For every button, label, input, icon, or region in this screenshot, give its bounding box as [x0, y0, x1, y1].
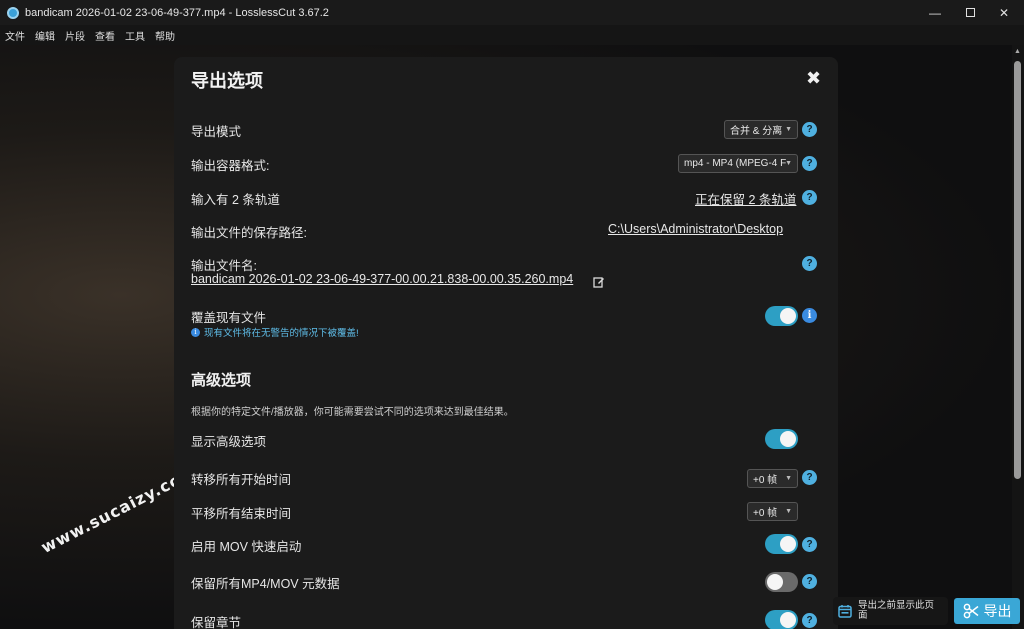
chevron-down-icon: ▼: [785, 508, 792, 515]
toggle-knob: [780, 308, 796, 324]
chevron-down-icon: ▼: [785, 475, 792, 482]
container-format-label: 输出容器格式:: [191, 159, 270, 173]
edit-icon[interactable]: [593, 276, 605, 288]
info-icon[interactable]: i: [802, 308, 817, 323]
scroll-thumb[interactable]: [1014, 61, 1021, 479]
export-mode-select[interactable]: 合并 & 分离 ▼: [724, 120, 798, 139]
overwrite-label: 覆盖现有文件: [191, 311, 267, 325]
help-icon[interactable]: ?: [802, 190, 817, 205]
show-before-export-toggle[interactable]: 导出之前显示此页面: [833, 597, 948, 625]
info-icon: i: [191, 327, 200, 337]
scroll-up-icon[interactable]: ▲: [1014, 48, 1021, 55]
close-window-button[interactable]: ✕: [986, 0, 1022, 25]
calendar-check-icon: [838, 605, 852, 618]
shift-end-select[interactable]: +0 帧 ▼: [747, 502, 798, 521]
help-icon[interactable]: ?: [802, 537, 817, 552]
show-before-export-label: 导出之前显示此页面: [858, 600, 935, 621]
menu-view[interactable]: 查看: [95, 28, 115, 43]
keep-metadata-toggle[interactable]: [765, 572, 798, 592]
menu-segments[interactable]: 片段: [65, 28, 85, 43]
export-mode-value: 合并 & 分离: [730, 126, 783, 137]
tracks-link[interactable]: 正在保留 2 条轨道: [695, 189, 796, 208]
container-format-value: mp4 - MP4 (MPEG-4 F: [684, 158, 787, 169]
overwrite-toggle[interactable]: [765, 306, 798, 326]
save-path-link[interactable]: C:\Users\Administrator\Desktop: [608, 222, 783, 236]
help-icon[interactable]: ?: [802, 470, 817, 485]
overwrite-warning-text: 现有文件将在无警告的情况下被覆盖!: [204, 328, 359, 339]
title-bar: bandicam 2026-01-02 23-06-49-377.mp4 - L…: [0, 0, 1024, 25]
export-options-dialog: 导出选项 ✖ 导出模式 合并 & 分离 ▼ ? 输出容器格式: mp4 - MP…: [174, 57, 838, 629]
menu-edit[interactable]: 编辑: [35, 28, 55, 43]
shift-start-value: +0 帧: [753, 475, 778, 486]
save-path-label: 输出文件的保存路径:: [191, 226, 307, 240]
dialog-title: 导出选项: [191, 71, 263, 91]
keep-chapters-label: 保留章节: [191, 616, 242, 629]
toggle-knob: [780, 612, 796, 628]
keep-metadata-label: 保留所有MP4/MOV 元数据: [191, 577, 340, 591]
minimize-button[interactable]: —: [917, 0, 953, 25]
export-mode-label: 导出模式: [191, 125, 242, 139]
toggle-knob: [780, 431, 796, 447]
advanced-section-title: 高级选项: [191, 372, 252, 389]
mov-faststart-label: 启用 MOV 快速启动: [191, 540, 302, 554]
show-advanced-label: 显示高级选项: [191, 435, 267, 449]
tracks-label: 输入有 2 条轨道: [191, 193, 280, 207]
window-title: bandicam 2026-01-02 23-06-49-377.mp4 - L…: [25, 6, 329, 19]
help-icon[interactable]: ?: [802, 574, 817, 589]
menu-bar: 文件 编辑 片段 查看 工具 帮助: [0, 25, 1024, 45]
advanced-description: 根据你的特定文件/播放器，你可能需要尝试不同的选项来达到最佳结果。: [191, 407, 514, 418]
show-advanced-toggle[interactable]: [765, 429, 798, 449]
export-label: 导出: [983, 603, 1012, 619]
help-icon[interactable]: ?: [802, 156, 817, 171]
shift-end-value: +0 帧: [753, 508, 778, 519]
app-logo-icon: [7, 6, 19, 19]
help-icon[interactable]: ?: [802, 613, 817, 628]
shift-end-label: 平移所有结束时间: [191, 507, 292, 521]
shift-start-label: 转移所有开始时间: [191, 473, 292, 487]
scissors-icon: [963, 603, 978, 619]
chevron-down-icon: ▼: [785, 160, 792, 167]
mov-faststart-toggle[interactable]: [765, 534, 798, 554]
export-button[interactable]: 导出: [954, 598, 1020, 624]
overwrite-warning: i 现有文件将在无警告的情况下被覆盖!: [191, 325, 359, 339]
filename-link[interactable]: bandicam 2026-01-02 23-06-49-377-00.00.2…: [191, 272, 573, 286]
menu-tools[interactable]: 工具: [125, 28, 145, 43]
help-icon[interactable]: ?: [802, 256, 817, 271]
chevron-down-icon: ▼: [785, 126, 792, 133]
menu-help[interactable]: 帮助: [155, 28, 175, 43]
container-format-select[interactable]: mp4 - MP4 (MPEG-4 F ▼: [678, 154, 798, 173]
toggle-knob: [767, 574, 783, 590]
maximize-button[interactable]: [952, 0, 988, 25]
toggle-knob: [780, 536, 796, 552]
menu-file[interactable]: 文件: [5, 28, 25, 43]
maximize-icon: [965, 8, 975, 17]
keep-chapters-toggle[interactable]: [765, 610, 798, 629]
close-dialog-button[interactable]: ✖: [806, 68, 821, 89]
shift-start-select[interactable]: +0 帧 ▼: [747, 469, 798, 488]
help-icon[interactable]: ?: [802, 122, 817, 137]
vertical-scrollbar[interactable]: ▲: [1012, 45, 1024, 629]
